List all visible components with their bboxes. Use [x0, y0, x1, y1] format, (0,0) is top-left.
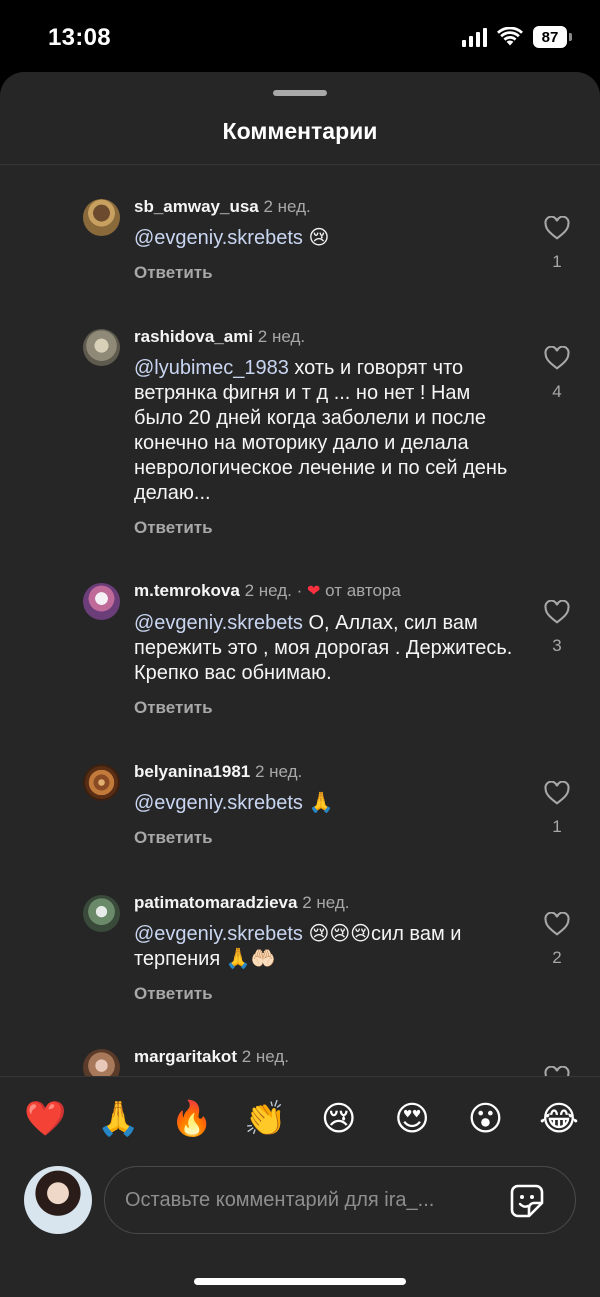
quick-reactions-bar: ❤️ 🙏 🔥 👏 😢 😍 😮 😂	[24, 1098, 580, 1140]
author-heart-icon: ❤	[307, 583, 321, 600]
battery-level: 87	[533, 26, 567, 48]
sheet-title: Комментарии	[222, 118, 378, 144]
heart-outline-icon	[544, 600, 570, 624]
status-time: 13:08	[48, 24, 111, 51]
comment-text: @lyubimec_1983 хоть и говорят что ветрян…	[134, 357, 508, 504]
avatar[interactable]	[83, 199, 120, 236]
current-user-avatar	[24, 1166, 92, 1234]
reply-button[interactable]: Ответить	[134, 984, 514, 1004]
like-button[interactable]: 2	[540, 912, 574, 968]
mention-link[interactable]: @evgeniy.skrebets	[134, 792, 303, 814]
battery-icon: 87	[533, 26, 572, 48]
reply-button[interactable]: Ответить	[134, 518, 514, 538]
like-button[interactable]: 1	[540, 216, 574, 272]
like-count: 4	[552, 382, 562, 401]
home-indicator	[194, 1278, 406, 1285]
comment-username[interactable]: rashidova_ami	[134, 327, 253, 346]
heart-outline-icon	[544, 216, 570, 240]
avatar[interactable]	[83, 583, 120, 620]
sheet-grabber[interactable]	[273, 90, 327, 96]
avatar[interactable]	[83, 895, 120, 932]
divider	[0, 1076, 600, 1077]
liked-by-author-label: от автора	[325, 581, 401, 600]
mention-link[interactable]: @evgeniy.skrebets	[134, 923, 303, 945]
status-bar: 13:08 87	[0, 0, 600, 76]
comment-input[interactable]	[125, 1167, 485, 1233]
comment-username[interactable]: margaritakot	[134, 1047, 237, 1066]
comments-list[interactable]: sb_amway_usa 2 нед. @evgeniy.skrebets 😢 …	[0, 165, 600, 1077]
like-button[interactable]: 3	[540, 600, 574, 656]
comment-time: 2 нед.	[254, 762, 303, 781]
reaction-cry[interactable]: 😢	[318, 1098, 360, 1140]
reply-button[interactable]: Ответить	[134, 263, 514, 283]
reaction-heart-eyes[interactable]: 😍	[391, 1098, 433, 1140]
comment-time: 2 нед.	[241, 1047, 290, 1066]
comment-text: @evgeniy.skrebets 😢😢😢сил вам и терпения …	[134, 923, 462, 970]
reaction-pray[interactable]: 🙏	[97, 1098, 139, 1140]
comments-sheet: Комментарии sb_amway_usa 2 нед. @evgeniy…	[0, 72, 600, 1297]
reply-button[interactable]: Ответить	[134, 698, 514, 718]
wifi-icon	[497, 27, 523, 46]
reaction-clap[interactable]: 👏	[244, 1098, 286, 1140]
mention-link[interactable]: @evgeniy.skrebets	[134, 227, 303, 249]
like-count: 3	[552, 636, 562, 655]
like-count: 2	[552, 948, 562, 967]
avatar[interactable]	[83, 329, 120, 366]
comment-time: 2 нед.	[257, 327, 306, 346]
reply-button[interactable]: Ответить	[134, 828, 514, 848]
comment-time: 2 нед.	[263, 197, 311, 216]
comment-username[interactable]: m.temrokova	[134, 581, 240, 600]
heart-outline-icon	[544, 346, 570, 370]
heart-outline-icon	[544, 781, 570, 805]
comment-text: @evgeniy.skrebets 🙏	[134, 792, 334, 814]
reaction-laugh[interactable]: 😂	[538, 1098, 580, 1140]
comment-username[interactable]: patimatomaradzieva	[134, 893, 297, 912]
like-count: 1	[552, 252, 562, 271]
like-button[interactable]: 1	[540, 781, 574, 837]
cellular-signal-icon	[462, 27, 487, 47]
comment-time: 2 нед.	[302, 893, 350, 912]
comment-username[interactable]: sb_amway_usa	[134, 197, 259, 216]
reaction-heart[interactable]: ❤️	[24, 1098, 66, 1140]
mention-link[interactable]: @lyubimec_1983	[134, 357, 289, 379]
mention-link[interactable]: @evgeniy.skrebets	[134, 612, 303, 634]
reaction-wow[interactable]: 😮	[465, 1098, 507, 1140]
sticker-icon[interactable]	[509, 1183, 545, 1219]
comment-username[interactable]: belyanina1981	[134, 762, 250, 781]
comment-time: 2 нед.	[244, 581, 292, 600]
avatar[interactable]	[83, 1049, 120, 1077]
avatar[interactable]	[83, 764, 120, 801]
heart-outline-icon	[544, 912, 570, 936]
status-icons: 87	[462, 26, 572, 48]
reaction-fire[interactable]: 🔥	[171, 1098, 213, 1140]
comment-text: @evgeniy.skrebets О, Аллах, сил вам пере…	[134, 612, 513, 684]
like-button[interactable]: 4	[540, 346, 574, 402]
like-count: 1	[552, 817, 562, 836]
comment-composer	[104, 1166, 576, 1234]
comment-text: @evgeniy.skrebets 😢	[134, 227, 330, 249]
